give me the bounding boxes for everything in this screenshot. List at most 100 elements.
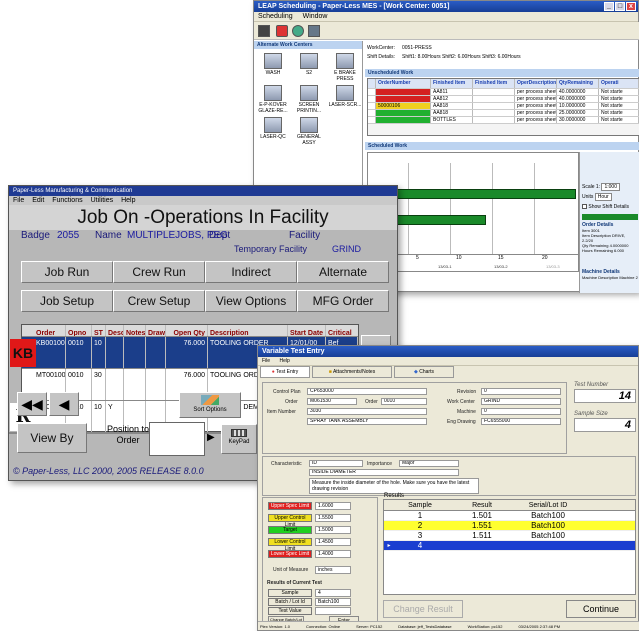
tab-attachments[interactable]: ■ Attachments/Notes (312, 366, 392, 378)
col-ordernumber[interactable]: OrderNumber (376, 79, 431, 88)
work-center-item[interactable]: E-P-KOVER GLAZE-RE... (256, 85, 290, 114)
stop-icon[interactable] (276, 25, 288, 37)
col-start-date[interactable]: Start Date (288, 325, 326, 336)
menu-scheduling[interactable]: Scheduling (258, 13, 293, 20)
gantt-chart[interactable]: 0 5 10 15 20 13/03-1 13/03-2 13/03-3 (367, 152, 579, 272)
col-order[interactable]: Order (22, 325, 66, 336)
menu-help[interactable]: Help (121, 197, 135, 204)
prev-page-button[interactable]: ◀ (49, 392, 79, 416)
go-arrow-icon[interactable]: ▶ (207, 432, 215, 443)
gantt-gridline (450, 163, 451, 255)
menu-help[interactable]: Help (279, 358, 289, 364)
alternate-button[interactable]: Alternate (297, 261, 389, 283)
gantt-bar[interactable] (376, 189, 576, 199)
view-options-button[interactable]: View Options (205, 290, 297, 312)
view-by-button[interactable]: View By (17, 423, 87, 453)
keypad-button[interactable]: KeyPad (221, 424, 257, 454)
variable-test-window: Variable Test Entry File Help ● Test Ent… (257, 345, 639, 631)
change-result-button[interactable]: Change Result (383, 600, 463, 618)
save-icon[interactable] (258, 25, 270, 37)
grid-row[interactable]: AA818 per process sheet 25.0000000 Not star… (368, 109, 639, 116)
grid-cell-item: AA818 (431, 103, 473, 109)
work-center-name: SCREEN PRINTIN... (296, 102, 322, 114)
tab-charts-label: Charts (419, 369, 434, 375)
position-to-order-input[interactable] (149, 422, 205, 456)
tab-charts[interactable]: ◆ Charts (394, 366, 454, 378)
gantt-date: 13/03-3 (546, 264, 560, 269)
col-open-qty[interactable]: Open Qty (166, 325, 208, 336)
col-operdescription[interactable]: OperDescription (515, 79, 557, 88)
show-shift-checkbox[interactable] (582, 204, 587, 210)
units-select[interactable]: Hour (594, 193, 612, 201)
minimize-button[interactable]: _ (604, 2, 614, 11)
continue-button[interactable]: Continue (566, 600, 636, 618)
col-opno[interactable]: Opno (66, 325, 92, 336)
results-row[interactable]: 3 1.511 Batch100 (384, 531, 635, 541)
first-page-button[interactable]: ◀◀ (17, 392, 47, 416)
test-number-value: 14 (574, 389, 636, 403)
scale-select[interactable]: 1:000 (601, 183, 620, 191)
close-button[interactable]: x (626, 2, 636, 11)
col-serial-lot[interactable]: Serial/Lot ID (518, 500, 578, 510)
maximize-button[interactable]: □ (615, 2, 625, 11)
status-item: WorkStation: pc152 (467, 624, 503, 629)
menu-edit[interactable]: Edit (32, 197, 44, 204)
machine-icon (336, 85, 354, 101)
shift-label: Shift Details: (367, 54, 396, 60)
menu-window[interactable]: Window (303, 13, 328, 20)
col-desc[interactable]: Desc (106, 325, 124, 336)
crew-run-button[interactable]: Crew Run (113, 261, 205, 283)
work-center-item[interactable]: S2 (292, 53, 326, 82)
job-setup-button[interactable]: Job Setup (21, 290, 113, 312)
grid-body: AA811 per process sheet 40.0000000 Not star… (368, 88, 639, 123)
menu-file[interactable]: File (262, 358, 270, 364)
grid-row[interactable]: AA812 per process sheet 40.0000000 Not star… (368, 95, 639, 102)
grid-cell-qty: 40.0000000 (557, 89, 599, 95)
col-draw[interactable]: Draw (146, 325, 166, 336)
table-cell (124, 337, 146, 368)
indirect-button[interactable]: Indirect (205, 261, 297, 283)
work-center-item[interactable]: LASER-QC (256, 117, 290, 146)
col-finished-item-rev[interactable]: Finished Item Rev (473, 79, 515, 88)
crew-setup-button[interactable]: Crew Setup (113, 290, 205, 312)
unscheduled-work-grid[interactable]: OrderNumber Finished Item Finished Item … (367, 78, 639, 136)
col-sample[interactable]: Sample (394, 500, 446, 510)
results-header-row: Sample Result Serial/Lot ID (384, 500, 635, 511)
results-row[interactable]: 1 1.501 Batch100 (384, 511, 635, 521)
work-center-item[interactable]: GENERAL ASSY (292, 117, 326, 146)
grid-row[interactable]: AA811 per process sheet 40.0000000 Not star… (368, 88, 639, 95)
mfg-order-button[interactable]: MFG Order (297, 290, 389, 312)
job-run-button[interactable]: Job Run (21, 261, 113, 283)
col-description[interactable]: Description (208, 325, 288, 336)
col-qtyremaining[interactable]: QtyRemaining (557, 79, 599, 88)
results-row[interactable]: 2 1.551 Batch100 (384, 521, 635, 531)
test-value-input[interactable] (315, 607, 351, 615)
badge-label: Badge (21, 230, 50, 241)
grid-cell-qty: 25.0000000 (557, 110, 599, 116)
col-finished-item[interactable]: Finished Item (431, 79, 473, 88)
col-result[interactable]: Result (446, 500, 518, 510)
col-operation-status[interactable]: Operati (599, 79, 639, 88)
grid-row[interactable]: 50000106 AA818 per process sheet 10.0000000… (368, 102, 639, 109)
sample-label: Sample (268, 589, 312, 597)
menu-file[interactable]: File (13, 197, 24, 204)
work-center-item[interactable]: SCREEN PRINTIN... (292, 85, 326, 114)
menu-utilities[interactable]: Utilities (91, 197, 114, 204)
people-icon[interactable] (292, 25, 304, 37)
grid-icon[interactable] (308, 25, 320, 37)
work-center-item[interactable]: WASH (256, 53, 290, 82)
col-st[interactable]: ST (92, 325, 106, 336)
menu-functions[interactable]: Functions (52, 197, 82, 204)
sort-options-button[interactable]: Sort Options (179, 392, 241, 418)
results-row[interactable]: ▸ 4 (384, 541, 635, 551)
work-center-item[interactable]: E BRAKE PRESS (328, 53, 362, 82)
grid-row[interactable]: BOTTLES per process sheet 30.0000000 Not st… (368, 116, 639, 123)
col-critical[interactable]: Critical (326, 325, 358, 336)
copyright: © Paper-Less, LLC 2000, 2005 RELEASE 8.0… (13, 466, 204, 476)
show-shift-label: Show Shift Details (588, 204, 629, 210)
work-center-item[interactable]: LASER-SCR... (328, 85, 362, 114)
grid-scrollbar[interactable] (368, 123, 639, 135)
col-notes[interactable]: Notes (124, 325, 146, 336)
tab-test-entry[interactable]: ● Test Entry (260, 366, 310, 378)
limit-value: 1.6000 (315, 502, 351, 510)
